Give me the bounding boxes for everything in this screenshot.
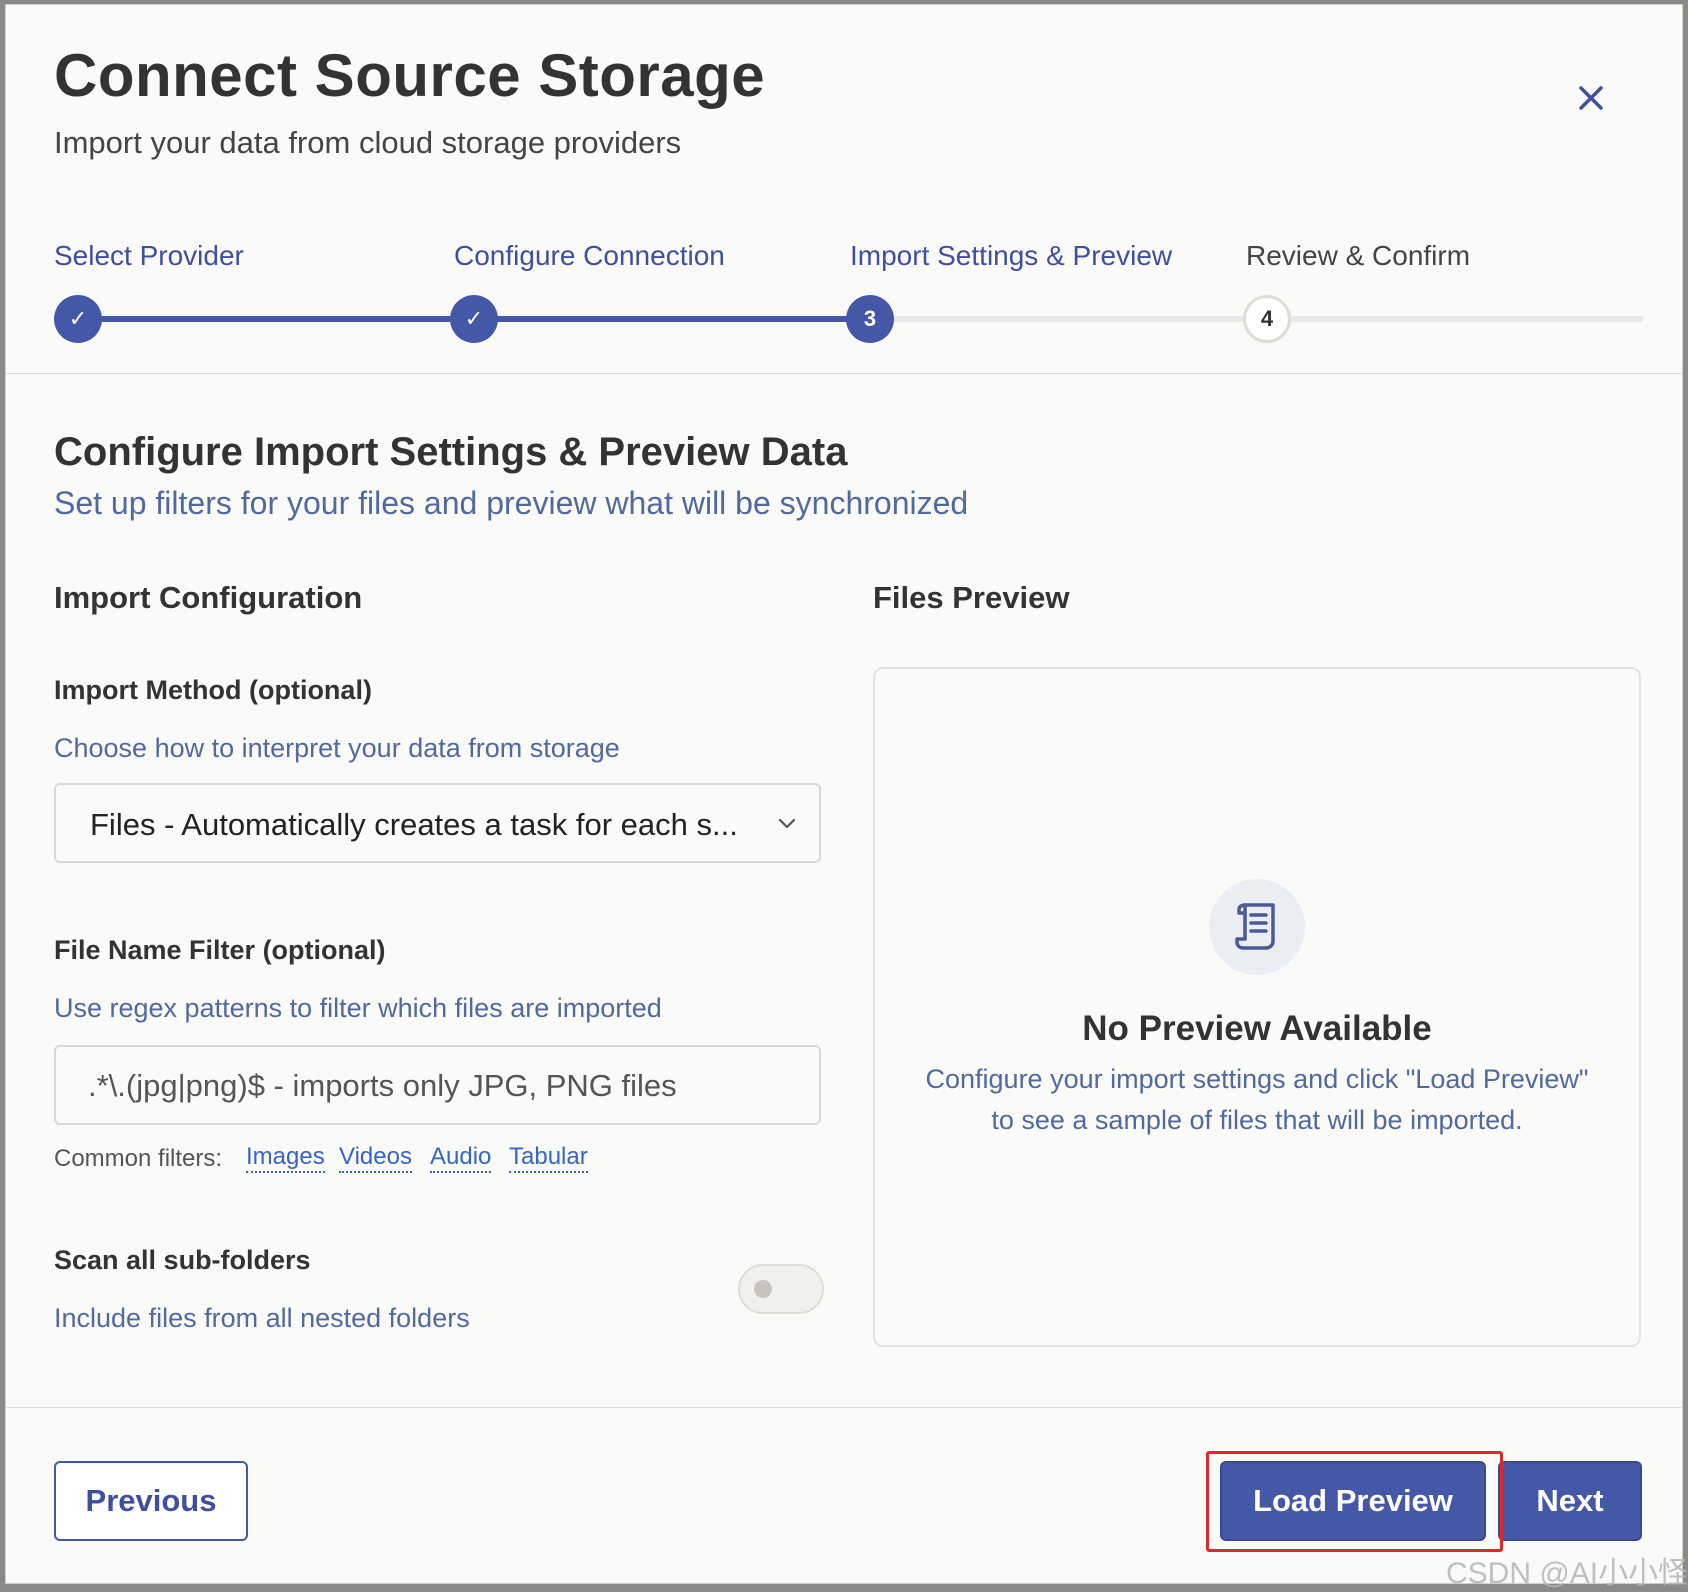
next-button[interactable]: Next xyxy=(1498,1461,1642,1541)
import-method-help: Choose how to interpret your data from s… xyxy=(54,733,620,763)
filter-chip-audio[interactable]: Audio xyxy=(430,1143,492,1173)
step-3-marker: 3 xyxy=(846,295,894,343)
import-method-select[interactable]: Files - Automatically creates a task for… xyxy=(54,783,821,863)
file-filter-input[interactable] xyxy=(86,1059,790,1113)
previous-button[interactable]: Previous xyxy=(54,1461,248,1541)
step-4-marker: 4 xyxy=(1243,295,1291,343)
no-preview-line-1: Configure your import settings and click… xyxy=(925,1064,1589,1094)
common-filters-label: Common filters: xyxy=(54,1145,223,1172)
section-title: Configure Import Settings & Preview Data xyxy=(54,430,848,474)
modal-subtitle: Import your data from cloud storage prov… xyxy=(54,125,682,160)
step-label-configure-connection[interactable]: Configure Connection xyxy=(454,240,725,272)
filter-chip-videos[interactable]: Videos xyxy=(339,1143,412,1173)
file-filter-help: Use regex patterns to filter which files… xyxy=(54,993,662,1023)
files-preview-panel: No Preview Available Configure your impo… xyxy=(873,667,1641,1347)
chevron-down-icon xyxy=(778,818,796,829)
step-label-select-provider[interactable]: Select Provider xyxy=(54,240,244,272)
scan-subfolders-help: Include files from all nested folders xyxy=(54,1303,470,1333)
close-icon[interactable] xyxy=(1568,75,1614,121)
step-2-check-icon[interactable]: ✓ xyxy=(450,295,498,343)
section-subtitle: Set up filters for your files and previe… xyxy=(54,485,969,521)
watermark: CSDN @AI小小怪 xyxy=(1446,1557,1688,1590)
import-configuration-title: Import Configuration xyxy=(54,580,363,615)
step-label-review-confirm: Review & Confirm xyxy=(1246,240,1471,271)
toggle-knob xyxy=(754,1280,772,1298)
import-method-value: Files - Automatically creates a task for… xyxy=(90,807,738,842)
no-preview-heading: No Preview Available xyxy=(1082,1009,1432,1048)
load-preview-button[interactable]: Load Preview xyxy=(1220,1461,1486,1541)
files-preview-title: Files Preview xyxy=(873,580,1070,615)
connect-storage-modal: Connect Source Storage Import your data … xyxy=(5,4,1688,1590)
filter-chip-images[interactable]: Images xyxy=(246,1143,325,1173)
step-1-check-icon[interactable]: ✓ xyxy=(54,295,102,343)
scan-subfolders-toggle[interactable] xyxy=(738,1264,824,1314)
file-filter-field[interactable] xyxy=(54,1045,821,1125)
step-label-import-settings[interactable]: Import Settings & Preview xyxy=(850,240,1172,272)
scan-subfolders-label: Scan all sub-folders xyxy=(54,1245,311,1275)
header-divider xyxy=(6,373,1682,374)
import-method-label: Import Method (optional) xyxy=(54,675,372,705)
footer-divider xyxy=(6,1407,1682,1408)
file-filter-label: File Name Filter (optional) xyxy=(54,935,386,965)
no-preview-description: Configure your import settings and click… xyxy=(895,1059,1619,1141)
modal-title: Connect Source Storage xyxy=(54,42,766,109)
filter-chip-tabular[interactable]: Tabular xyxy=(509,1143,588,1173)
no-preview-line-2: to see a sample of files that will be im… xyxy=(991,1105,1523,1135)
document-scroll-icon xyxy=(1209,879,1305,975)
